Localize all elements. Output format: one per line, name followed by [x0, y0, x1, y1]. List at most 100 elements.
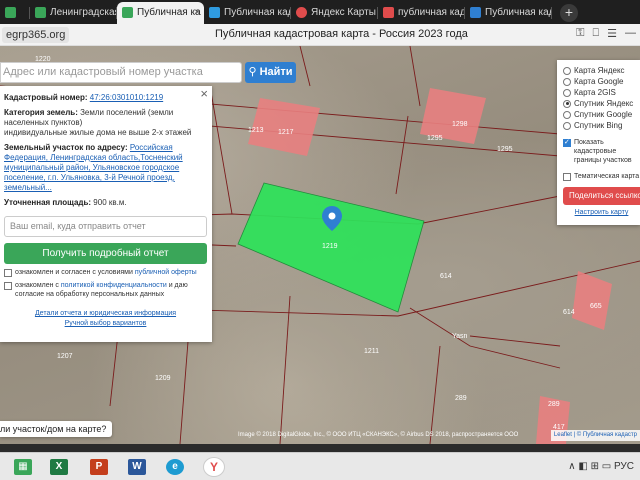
- offer-link[interactable]: публичной оферты: [135, 269, 197, 276]
- get-report-button[interactable]: Получить подробный отчет: [4, 243, 207, 264]
- pin-center: [328, 212, 336, 220]
- radio-button[interactable]: [563, 88, 571, 97]
- info-links: Детали отчета и юридическая информация Р…: [4, 309, 207, 329]
- email-field[interactable]: Ваш email, куда отправить отчет: [4, 216, 207, 237]
- layer-option-yandex-satellite[interactable]: Спутник Яндекс: [563, 98, 640, 109]
- tab-public-cadastral-2[interactable]: Публичная кад: [204, 2, 291, 24]
- layer-label: Спутник Bing: [574, 121, 623, 130]
- offer-text: ознакомлен и согласен с условиями: [15, 269, 133, 276]
- tab-label: публичная кад: [398, 7, 465, 18]
- tab-egrp365[interactable]: [0, 2, 30, 24]
- close-tab-icon[interactable]: ×: [194, 2, 200, 24]
- check-icon: [35, 7, 46, 18]
- radio-button[interactable]: [563, 77, 571, 86]
- excel-icon[interactable]: X: [50, 459, 68, 475]
- attribution-text: Image © 2018 DigitalGlobe, Inc., © ООО И…: [238, 432, 519, 438]
- show-borders-toggle[interactable]: Показать кадастровые границы участков: [563, 138, 640, 165]
- site-icon: [5, 7, 16, 18]
- map-canvas[interactable]: 1213 1217 1298 1295 1295 1219 614 614 66…: [0, 46, 640, 444]
- yandex-icon: [383, 7, 394, 18]
- system-tray[interactable]: ∧ ◧ ⊞ ▭ РУС: [568, 461, 634, 472]
- layer-switcher: Карта Яндекс Карта Google Карта 2GIS Спу…: [557, 60, 640, 225]
- privacy-checkbox[interactable]: [4, 282, 12, 290]
- address-bar: egrp365.org Публичная кадастровая карта …: [0, 24, 640, 46]
- parcel-label: 614: [563, 309, 575, 316]
- layer-option-2gis-map[interactable]: Карта 2GIS: [563, 87, 640, 98]
- map-attribution: Image © 2018 DigitalGlobe, Inc., © ООО И…: [238, 430, 640, 441]
- word-icon[interactable]: W: [128, 459, 146, 475]
- new-tab-button[interactable]: +: [560, 4, 578, 22]
- layer-label: Спутник Google: [574, 110, 633, 119]
- parcel-label: Yasn: [452, 333, 468, 340]
- radio-button-selected[interactable]: [563, 99, 571, 108]
- parcel-label: 289: [548, 401, 560, 408]
- configure-map-link[interactable]: Настроить карту: [563, 209, 640, 216]
- search-input[interactable]: Адрес или кадастровый номер участка: [0, 62, 242, 83]
- report-details-link[interactable]: Детали отчета и юридическая информация: [4, 309, 207, 319]
- tab-label: Публичная ка: [137, 7, 201, 18]
- tab-public-cadastral-active[interactable]: Публичная ка ×: [117, 2, 204, 24]
- layer-option-bing-satellite[interactable]: Спутник Bing: [563, 120, 640, 131]
- parcel-label: 1207: [57, 353, 73, 360]
- show-borders-label: Показать кадастровые границы участков: [574, 139, 632, 164]
- area-label: Уточненная площадь:: [4, 198, 92, 207]
- yandex-browser-icon[interactable]: Y: [203, 457, 225, 477]
- key-icon[interactable]: ⚿: [576, 27, 584, 40]
- thematic-map-toggle[interactable]: Тематическая карта: [563, 172, 640, 181]
- radio-button[interactable]: [563, 66, 571, 75]
- parcel-label: 1209: [155, 375, 171, 382]
- parcel-label: 1213: [248, 127, 264, 134]
- layer-label: Карта 2GIS: [574, 88, 616, 97]
- parcel-label: 1211: [364, 348, 379, 355]
- check-icon: [122, 7, 133, 18]
- area-value: 900 кв.м.: [93, 198, 127, 207]
- boundary-line: [469, 335, 561, 347]
- tab-label: Публичная кад: [485, 7, 552, 18]
- radio-button[interactable]: [563, 121, 571, 130]
- permitted-use-value: индивидуальные жилые дома не выше 2-х эт…: [4, 128, 192, 137]
- search-button-label: Найти: [259, 66, 293, 78]
- search-button[interactable]: ⚲ Найти: [245, 62, 296, 83]
- window-controls: ⚿ ⎕ ☰ —: [576, 27, 636, 40]
- edge-icon[interactable]: e: [166, 459, 184, 475]
- bottom-question-banner[interactable]: ли участок/дом на карте?: [0, 421, 113, 437]
- url-field[interactable]: egrp365.org: [2, 27, 70, 43]
- parcel-label: 289: [455, 395, 467, 402]
- layer-option-google-satellite[interactable]: Спутник Google: [563, 109, 640, 120]
- browser-tab-strip: Ленинградская Публичная ка × Публичная к…: [0, 0, 640, 24]
- search-icon: ⚲: [248, 66, 257, 78]
- powerpoint-icon[interactable]: P: [90, 459, 108, 475]
- building-665[interactable]: [572, 271, 612, 330]
- tab-public-cadastral-4[interactable]: Публичная кад: [465, 2, 552, 24]
- map-icon: [209, 7, 220, 18]
- minimize-icon[interactable]: —: [625, 27, 636, 40]
- privacy-link[interactable]: политикой конфиденциальности: [61, 282, 167, 289]
- layer-option-google-map[interactable]: Карта Google: [563, 76, 640, 87]
- layer-label: Карта Яндекс: [574, 66, 625, 75]
- tab-label: Ленинградская: [50, 7, 117, 18]
- layer-option-yandex-map[interactable]: Карта Яндекс: [563, 65, 640, 76]
- share-link-button[interactable]: Поделиться ссылкой: [563, 187, 640, 205]
- collections-icon[interactable]: ⎕: [593, 27, 600, 40]
- tab-yandex-maps[interactable]: Яндекс Карты: [291, 2, 378, 24]
- menu-icon[interactable]: ☰: [607, 27, 617, 40]
- thematic-map-label: Тематическая карта: [574, 173, 640, 180]
- tab-leningradskaya[interactable]: Ленинградская: [30, 2, 117, 24]
- photos-icon[interactable]: ▦: [14, 459, 32, 475]
- radio-button[interactable]: [563, 110, 571, 119]
- manual-select-link[interactable]: Ручной выбор вариантов: [4, 319, 207, 329]
- tab-public-cadastral-3[interactable]: публичная кад: [378, 2, 465, 24]
- boundary-line: [395, 115, 409, 195]
- p-icon: [470, 7, 481, 18]
- close-icon[interactable]: ×: [200, 87, 208, 100]
- parcel-label: 1295: [497, 146, 513, 153]
- cad-number-value[interactable]: 47:26:0301010:1219: [90, 93, 163, 102]
- parcel-label: 614: [440, 273, 452, 280]
- show-borders-checkbox[interactable]: [563, 138, 571, 147]
- parcel-label: 1217: [278, 129, 294, 136]
- parcel-info-panel: × Кадастровый номер: 47:26:0301010:1219 …: [0, 86, 212, 342]
- page-title: Публичная кадастровая карта - Россия 202…: [215, 28, 468, 40]
- offer-checkbox[interactable]: [4, 269, 12, 277]
- thematic-map-checkbox[interactable]: [563, 173, 571, 181]
- leaflet-link[interactable]: Leaflet | © Публичная кадастр: [550, 430, 640, 441]
